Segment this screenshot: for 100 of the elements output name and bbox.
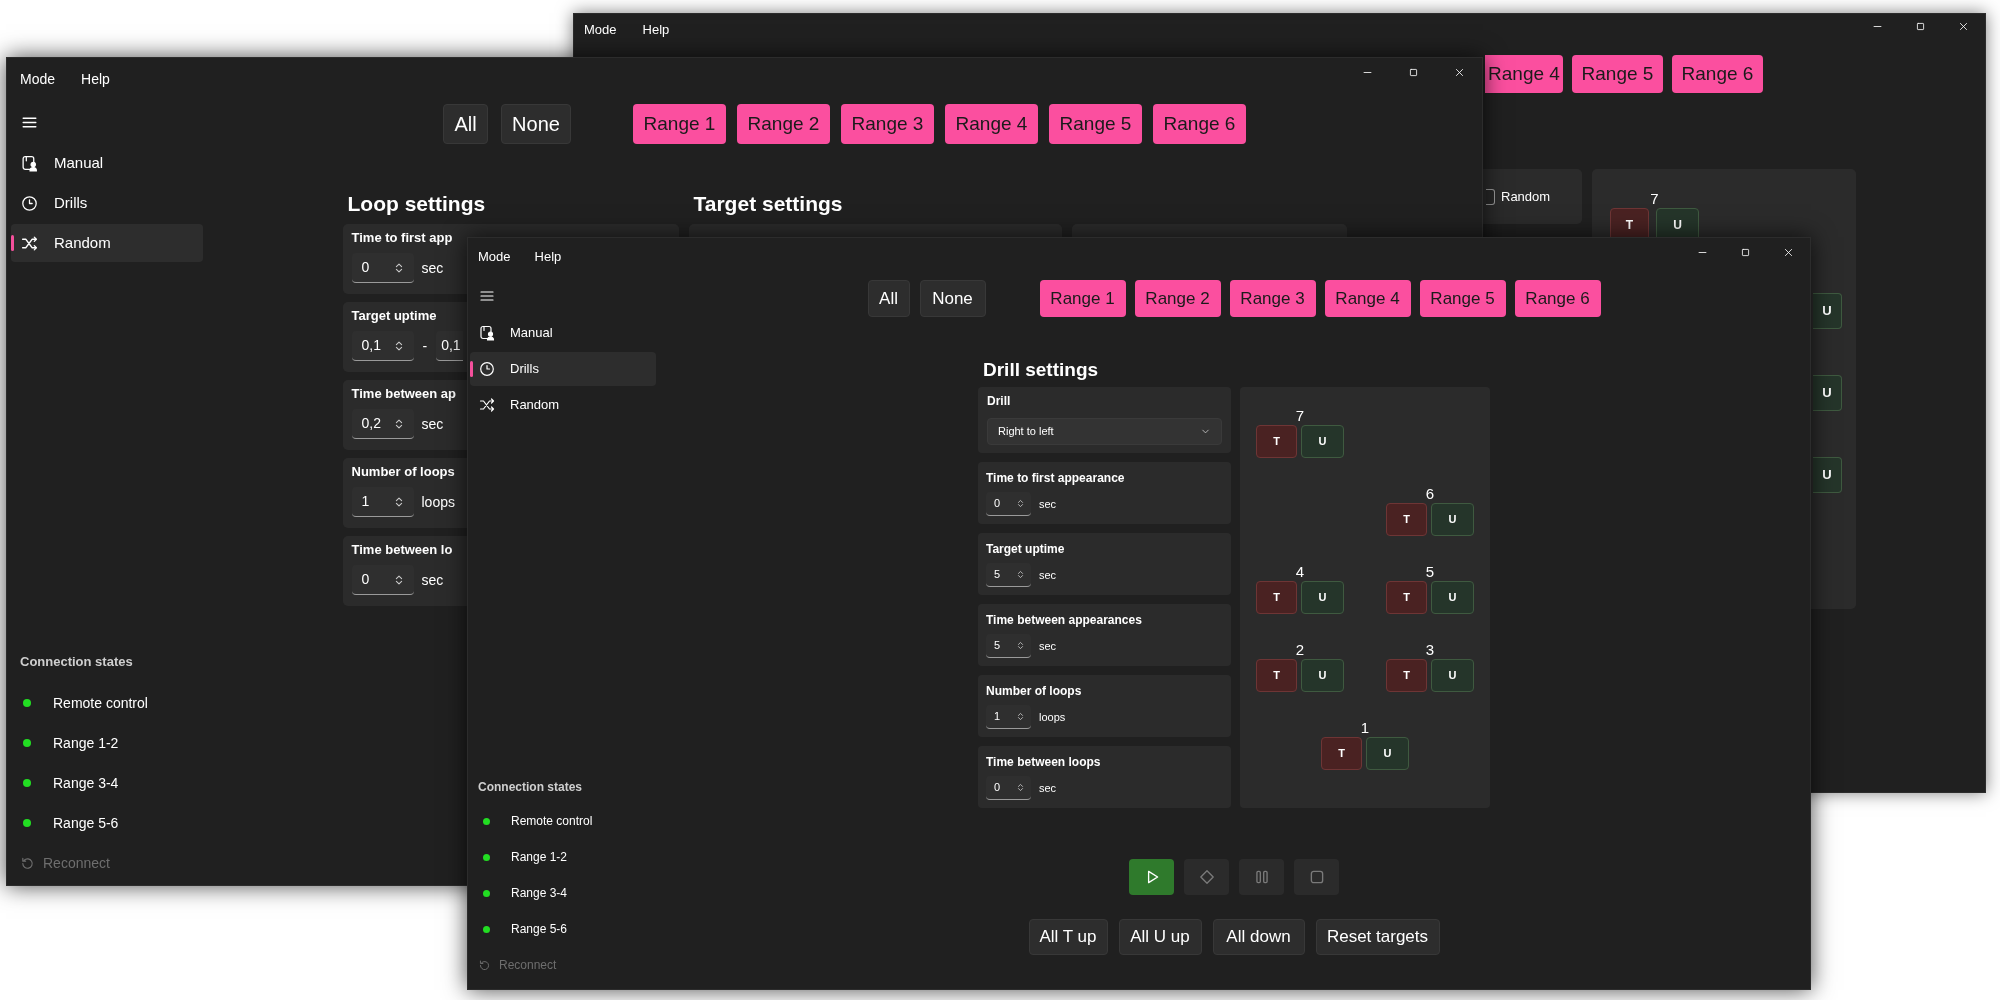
- number-field[interactable]: 0: [986, 492, 1031, 516]
- number-field[interactable]: 0,1: [436, 331, 464, 361]
- connection-label: Range 1-2: [53, 733, 119, 753]
- action-button[interactable]: All U up: [1118, 919, 1202, 955]
- select-button[interactable]: None: [501, 104, 571, 144]
- target-button[interactable]: U: [1301, 425, 1344, 458]
- target-button[interactable]: U: [1431, 503, 1474, 536]
- spinner-icon: [1015, 640, 1026, 651]
- number-field[interactable]: 1: [351, 487, 414, 517]
- nav-item[interactable]: Manual: [470, 316, 656, 350]
- range-button[interactable]: Range 1: [1039, 280, 1126, 317]
- checkbox-label: Random: [1501, 187, 1551, 206]
- menu-item[interactable]: Help: [81, 68, 110, 90]
- section-heading: Loop settings: [346, 191, 487, 217]
- target-button[interactable]: U: [1301, 581, 1344, 614]
- card-label: Drill: [987, 393, 1012, 409]
- close-icon: [1958, 20, 1969, 32]
- range-button[interactable]: Range 3: [1229, 280, 1316, 317]
- target-number: 1: [1360, 719, 1370, 737]
- nav-item[interactable]: Drills: [470, 352, 656, 386]
- action-button[interactable]: All T up: [1028, 919, 1108, 955]
- target-button[interactable]: T: [1256, 425, 1297, 458]
- range-button[interactable]: Range 3: [841, 104, 934, 144]
- maximize-icon: [1407, 66, 1419, 78]
- unit-label: sec: [1039, 496, 1057, 512]
- section-title: Connection states: [19, 653, 134, 672]
- select-button[interactable]: None: [919, 280, 986, 317]
- number-field[interactable]: 0: [986, 776, 1031, 800]
- target-number: 5: [1425, 563, 1435, 581]
- target-button[interactable]: T: [1386, 659, 1427, 692]
- shuffle-icon: [21, 234, 38, 252]
- menu-item[interactable]: Help: [534, 247, 562, 267]
- target-number: 6: [1425, 485, 1435, 503]
- target-button[interactable]: U: [1431, 581, 1474, 614]
- range-button[interactable]: Range 4: [1324, 280, 1411, 317]
- target-button[interactable]: U: [1431, 659, 1474, 692]
- target-number: 7: [1650, 190, 1659, 208]
- number-field[interactable]: 1: [986, 705, 1031, 729]
- target-button[interactable]: U: [1301, 659, 1344, 692]
- play-button[interactable]: [1129, 859, 1174, 895]
- target-button[interactable]: T: [1386, 581, 1427, 614]
- checkbox[interactable]: [1486, 188, 1495, 205]
- number-field[interactable]: 5: [986, 563, 1031, 587]
- target-button[interactable]: T: [1386, 503, 1427, 536]
- close-icon: [1783, 246, 1794, 258]
- range-button[interactable]: Range 4: [945, 104, 1038, 144]
- action-button[interactable]: Reset targets: [1315, 919, 1440, 955]
- range-button[interactable]: Range 5: [1419, 280, 1506, 317]
- connection-label: Range 3-4: [511, 885, 568, 902]
- section-heading: Drill settings: [982, 358, 1100, 382]
- range-button[interactable]: Range 5: [1572, 55, 1663, 93]
- range-button[interactable]: Range 4: [1485, 55, 1563, 93]
- card-label: Time between loops: [986, 754, 1102, 770]
- target-button[interactable]: U: [1813, 375, 1842, 411]
- connection-label: Range 5-6: [53, 813, 119, 833]
- target-button[interactable]: T: [1256, 659, 1297, 692]
- target-button[interactable]: T: [1321, 737, 1362, 770]
- menu-item[interactable]: Help: [642, 20, 670, 40]
- nav-item[interactable]: Random: [470, 388, 656, 422]
- target-button[interactable]: U: [1813, 457, 1842, 493]
- nav-item[interactable]: Manual: [11, 144, 203, 182]
- card-label: Time between appearances: [986, 612, 1143, 628]
- maximize-icon: [1915, 20, 1926, 32]
- number-field[interactable]: 0: [351, 253, 414, 283]
- range-button[interactable]: Range 6: [1672, 55, 1763, 93]
- nav-item[interactable]: Random: [11, 224, 203, 262]
- menu-item[interactable]: Mode: [20, 68, 56, 90]
- connection-label: Remote control: [53, 693, 148, 713]
- unit-label: sec: [1039, 780, 1057, 796]
- card-label: Number of loops: [986, 683, 1083, 699]
- target-button[interactable]: T: [1256, 581, 1297, 614]
- range-button[interactable]: Range 6: [1153, 104, 1246, 144]
- unit-label: sec: [421, 414, 444, 434]
- target-button[interactable]: U: [1813, 293, 1842, 329]
- menu-item[interactable]: Mode: [478, 247, 511, 267]
- target-button[interactable]: U: [1366, 737, 1409, 770]
- number-field[interactable]: 0: [351, 565, 414, 595]
- card-label: Time to first app: [351, 230, 454, 246]
- number-field[interactable]: 0,2: [351, 409, 414, 439]
- range-button[interactable]: Range 1: [633, 104, 726, 144]
- range-button[interactable]: Range 6: [1514, 280, 1601, 317]
- nav-item[interactable]: Drills: [11, 184, 203, 222]
- select-button[interactable]: All: [867, 280, 910, 317]
- select-button[interactable]: All: [443, 104, 488, 144]
- range-button[interactable]: Range 2: [1134, 280, 1221, 317]
- card-label: Number of loops: [351, 464, 456, 480]
- connection-label: Range 1-2: [511, 849, 568, 866]
- number-field[interactable]: 5: [986, 634, 1031, 658]
- number-field[interactable]: 0,1: [351, 331, 414, 361]
- connection-label: Range 5-6: [511, 921, 568, 938]
- connection-label: Range 3-4: [53, 773, 119, 793]
- dropdown[interactable]: Right to left: [987, 418, 1222, 445]
- menu-item[interactable]: Mode: [584, 20, 617, 40]
- unit-label: sec: [421, 258, 444, 278]
- target-number: 4: [1295, 563, 1305, 581]
- range-button[interactable]: Range 2: [737, 104, 830, 144]
- close-icon: [1453, 66, 1465, 78]
- diamond-icon: [1197, 868, 1216, 886]
- action-button[interactable]: All down: [1212, 919, 1305, 955]
- range-button[interactable]: Range 5: [1049, 104, 1142, 144]
